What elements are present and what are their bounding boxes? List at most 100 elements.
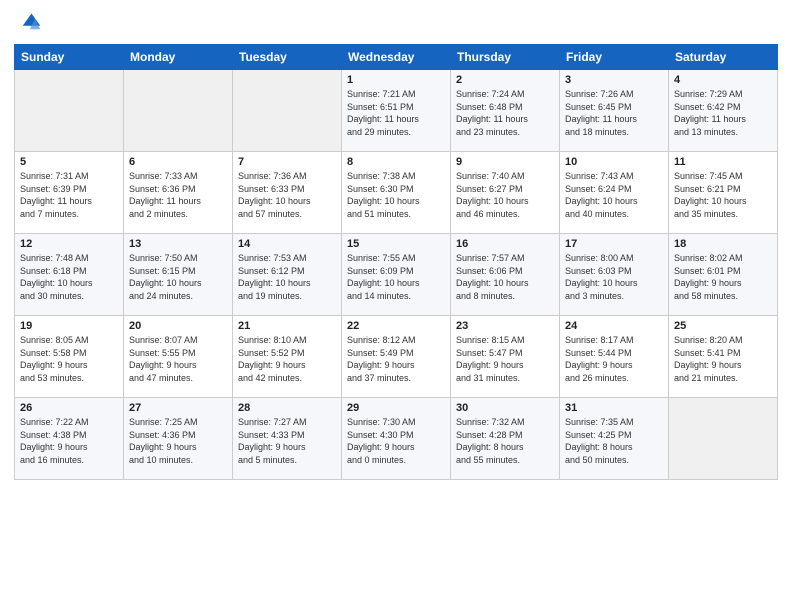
calendar-cell: 23Sunrise: 8:15 AM Sunset: 5:47 PM Dayli… [451, 316, 560, 398]
day-info: Sunrise: 7:31 AM Sunset: 6:39 PM Dayligh… [20, 170, 118, 220]
day-info: Sunrise: 7:32 AM Sunset: 4:28 PM Dayligh… [456, 416, 554, 466]
day-number: 25 [674, 320, 772, 332]
day-info: Sunrise: 7:36 AM Sunset: 6:33 PM Dayligh… [238, 170, 336, 220]
logo-icon [14, 10, 42, 38]
weekday-header-sunday: Sunday [15, 45, 124, 70]
calendar-cell: 26 Sunrise: 7:22 AM Sunset: 4:38 PM Dayli… [15, 398, 124, 480]
day-info: Sunrise: 7:48 AM Sunset: 6:18 PM Dayligh… [20, 252, 118, 302]
day-number: 1 [347, 74, 445, 86]
day-number: 14 [238, 238, 336, 250]
header [14, 10, 778, 38]
calendar-cell [233, 70, 342, 152]
calendar-cell: 17Sunrise: 8:00 AM Sunset: 6:03 PM Dayli… [560, 234, 669, 316]
day-info: Sunrise: 7:33 AM Sunset: 6:36 PM Dayligh… [129, 170, 227, 220]
day-number: 24 [565, 320, 663, 332]
day-info: Sunrise: 8:00 AM Sunset: 6:03 PM Dayligh… [565, 252, 663, 302]
day-number: 19 [20, 320, 118, 332]
weekday-header-saturday: Saturday [669, 45, 778, 70]
day-info: Sunrise: 7:29 AM Sunset: 6:42 PM Dayligh… [674, 88, 772, 138]
day-info: Sunrise: 8:02 AM Sunset: 6:01 PM Dayligh… [674, 252, 772, 302]
calendar-cell: 14 Sunrise: 7:53 AM Sunset: 6:12 PM Dayli… [233, 234, 342, 316]
day-number: 10 [565, 156, 663, 168]
calendar-cell: 11Sunrise: 7:45 AM Sunset: 6:21 PM Dayli… [669, 152, 778, 234]
day-number: 16 [456, 238, 554, 250]
day-info: Sunrise: 8:12 AM Sunset: 5:49 PM Dayligh… [347, 334, 445, 384]
calendar-week-2: 5Sunrise: 7:31 AM Sunset: 6:39 PM Daylig… [15, 152, 778, 234]
calendar-header: SundayMondayTuesdayWednesdayThursdayFrid… [15, 45, 778, 70]
calendar-cell: 29Sunrise: 7:30 AM Sunset: 4:30 PM Dayli… [342, 398, 451, 480]
day-info: Sunrise: 7:27 AM Sunset: 4:33 PM Dayligh… [238, 416, 336, 466]
calendar-cell: 12Sunrise: 7:48 AM Sunset: 6:18 PM Dayli… [15, 234, 124, 316]
day-info: Sunrise: 7:40 AM Sunset: 6:27 PM Dayligh… [456, 170, 554, 220]
calendar-cell: 22 Sunrise: 8:12 AM Sunset: 5:49 PM Dayli… [342, 316, 451, 398]
calendar-cell: 16 Sunrise: 7:57 AM Sunset: 6:06 PM Dayli… [451, 234, 560, 316]
day-number: 18 [674, 238, 772, 250]
day-info: Sunrise: 7:21 AM Sunset: 6:51 PM Dayligh… [347, 88, 445, 138]
day-number: 26 [20, 402, 118, 414]
page: SundayMondayTuesdayWednesdayThursdayFrid… [0, 0, 792, 612]
day-number: 3 [565, 74, 663, 86]
day-info: Sunrise: 8:10 AM Sunset: 5:52 PM Dayligh… [238, 334, 336, 384]
calendar-body: 1 Sunrise: 7:21 AM Sunset: 6:51 PM Daylig… [15, 70, 778, 480]
day-info: Sunrise: 8:17 AM Sunset: 5:44 PM Dayligh… [565, 334, 663, 384]
calendar-cell: 25Sunrise: 8:20 AM Sunset: 5:41 PM Dayli… [669, 316, 778, 398]
weekday-header-wednesday: Wednesday [342, 45, 451, 70]
calendar-cell: 24 Sunrise: 8:17 AM Sunset: 5:44 PM Dayli… [560, 316, 669, 398]
weekday-header-monday: Monday [124, 45, 233, 70]
calendar-cell: 9 Sunrise: 7:40 AM Sunset: 6:27 PM Daylig… [451, 152, 560, 234]
day-number: 8 [347, 156, 445, 168]
weekday-header-tuesday: Tuesday [233, 45, 342, 70]
calendar-cell: 10 Sunrise: 7:43 AM Sunset: 6:24 PM Dayli… [560, 152, 669, 234]
calendar-cell: 7 Sunrise: 7:36 AM Sunset: 6:33 PM Daylig… [233, 152, 342, 234]
calendar-cell: 15Sunrise: 7:55 AM Sunset: 6:09 PM Dayli… [342, 234, 451, 316]
day-info: Sunrise: 7:53 AM Sunset: 6:12 PM Dayligh… [238, 252, 336, 302]
calendar-cell: 8 Sunrise: 7:38 AM Sunset: 6:30 PM Daylig… [342, 152, 451, 234]
calendar-cell: 21 Sunrise: 8:10 AM Sunset: 5:52 PM Dayli… [233, 316, 342, 398]
calendar-cell [669, 398, 778, 480]
calendar-cell [124, 70, 233, 152]
day-number: 21 [238, 320, 336, 332]
calendar-table: SundayMondayTuesdayWednesdayThursdayFrid… [14, 44, 778, 480]
calendar-week-1: 1 Sunrise: 7:21 AM Sunset: 6:51 PM Daylig… [15, 70, 778, 152]
calendar-cell [15, 70, 124, 152]
weekday-header-friday: Friday [560, 45, 669, 70]
day-info: Sunrise: 7:24 AM Sunset: 6:48 PM Dayligh… [456, 88, 554, 138]
day-number: 27 [129, 402, 227, 414]
day-number: 29 [347, 402, 445, 414]
calendar-cell: 31Sunrise: 7:35 AM Sunset: 4:25 PM Dayli… [560, 398, 669, 480]
day-info: Sunrise: 7:57 AM Sunset: 6:06 PM Dayligh… [456, 252, 554, 302]
calendar-week-4: 19 Sunrise: 8:05 AM Sunset: 5:58 PM Dayli… [15, 316, 778, 398]
day-number: 4 [674, 74, 772, 86]
day-number: 7 [238, 156, 336, 168]
day-number: 28 [238, 402, 336, 414]
calendar-cell: 5Sunrise: 7:31 AM Sunset: 6:39 PM Daylig… [15, 152, 124, 234]
calendar-cell: 4 Sunrise: 7:29 AM Sunset: 6:42 PM Daylig… [669, 70, 778, 152]
day-number: 2 [456, 74, 554, 86]
day-info: Sunrise: 7:25 AM Sunset: 4:36 PM Dayligh… [129, 416, 227, 466]
calendar-cell: 20Sunrise: 8:07 AM Sunset: 5:55 PM Dayli… [124, 316, 233, 398]
calendar-cell: 27 Sunrise: 7:25 AM Sunset: 4:36 PM Dayli… [124, 398, 233, 480]
day-info: Sunrise: 7:22 AM Sunset: 4:38 PM Dayligh… [20, 416, 118, 466]
calendar-week-3: 12Sunrise: 7:48 AM Sunset: 6:18 PM Dayli… [15, 234, 778, 316]
day-info: Sunrise: 7:50 AM Sunset: 6:15 PM Dayligh… [129, 252, 227, 302]
calendar-cell: 19 Sunrise: 8:05 AM Sunset: 5:58 PM Dayli… [15, 316, 124, 398]
day-info: Sunrise: 7:45 AM Sunset: 6:21 PM Dayligh… [674, 170, 772, 220]
calendar-cell: 2 Sunrise: 7:24 AM Sunset: 6:48 PM Daylig… [451, 70, 560, 152]
day-info: Sunrise: 8:15 AM Sunset: 5:47 PM Dayligh… [456, 334, 554, 384]
calendar-cell: 28 Sunrise: 7:27 AM Sunset: 4:33 PM Dayli… [233, 398, 342, 480]
day-info: Sunrise: 7:26 AM Sunset: 6:45 PM Dayligh… [565, 88, 663, 138]
calendar-cell: 3 Sunrise: 7:26 AM Sunset: 6:45 PM Daylig… [560, 70, 669, 152]
day-number: 15 [347, 238, 445, 250]
day-number: 30 [456, 402, 554, 414]
weekday-row: SundayMondayTuesdayWednesdayThursdayFrid… [15, 45, 778, 70]
day-info: Sunrise: 8:07 AM Sunset: 5:55 PM Dayligh… [129, 334, 227, 384]
calendar-week-5: 26 Sunrise: 7:22 AM Sunset: 4:38 PM Dayli… [15, 398, 778, 480]
day-number: 9 [456, 156, 554, 168]
day-info: Sunrise: 8:05 AM Sunset: 5:58 PM Dayligh… [20, 334, 118, 384]
day-number: 22 [347, 320, 445, 332]
day-info: Sunrise: 7:43 AM Sunset: 6:24 PM Dayligh… [565, 170, 663, 220]
day-info: Sunrise: 7:38 AM Sunset: 6:30 PM Dayligh… [347, 170, 445, 220]
day-number: 13 [129, 238, 227, 250]
weekday-header-thursday: Thursday [451, 45, 560, 70]
calendar-cell: 18 Sunrise: 8:02 AM Sunset: 6:01 PM Dayli… [669, 234, 778, 316]
